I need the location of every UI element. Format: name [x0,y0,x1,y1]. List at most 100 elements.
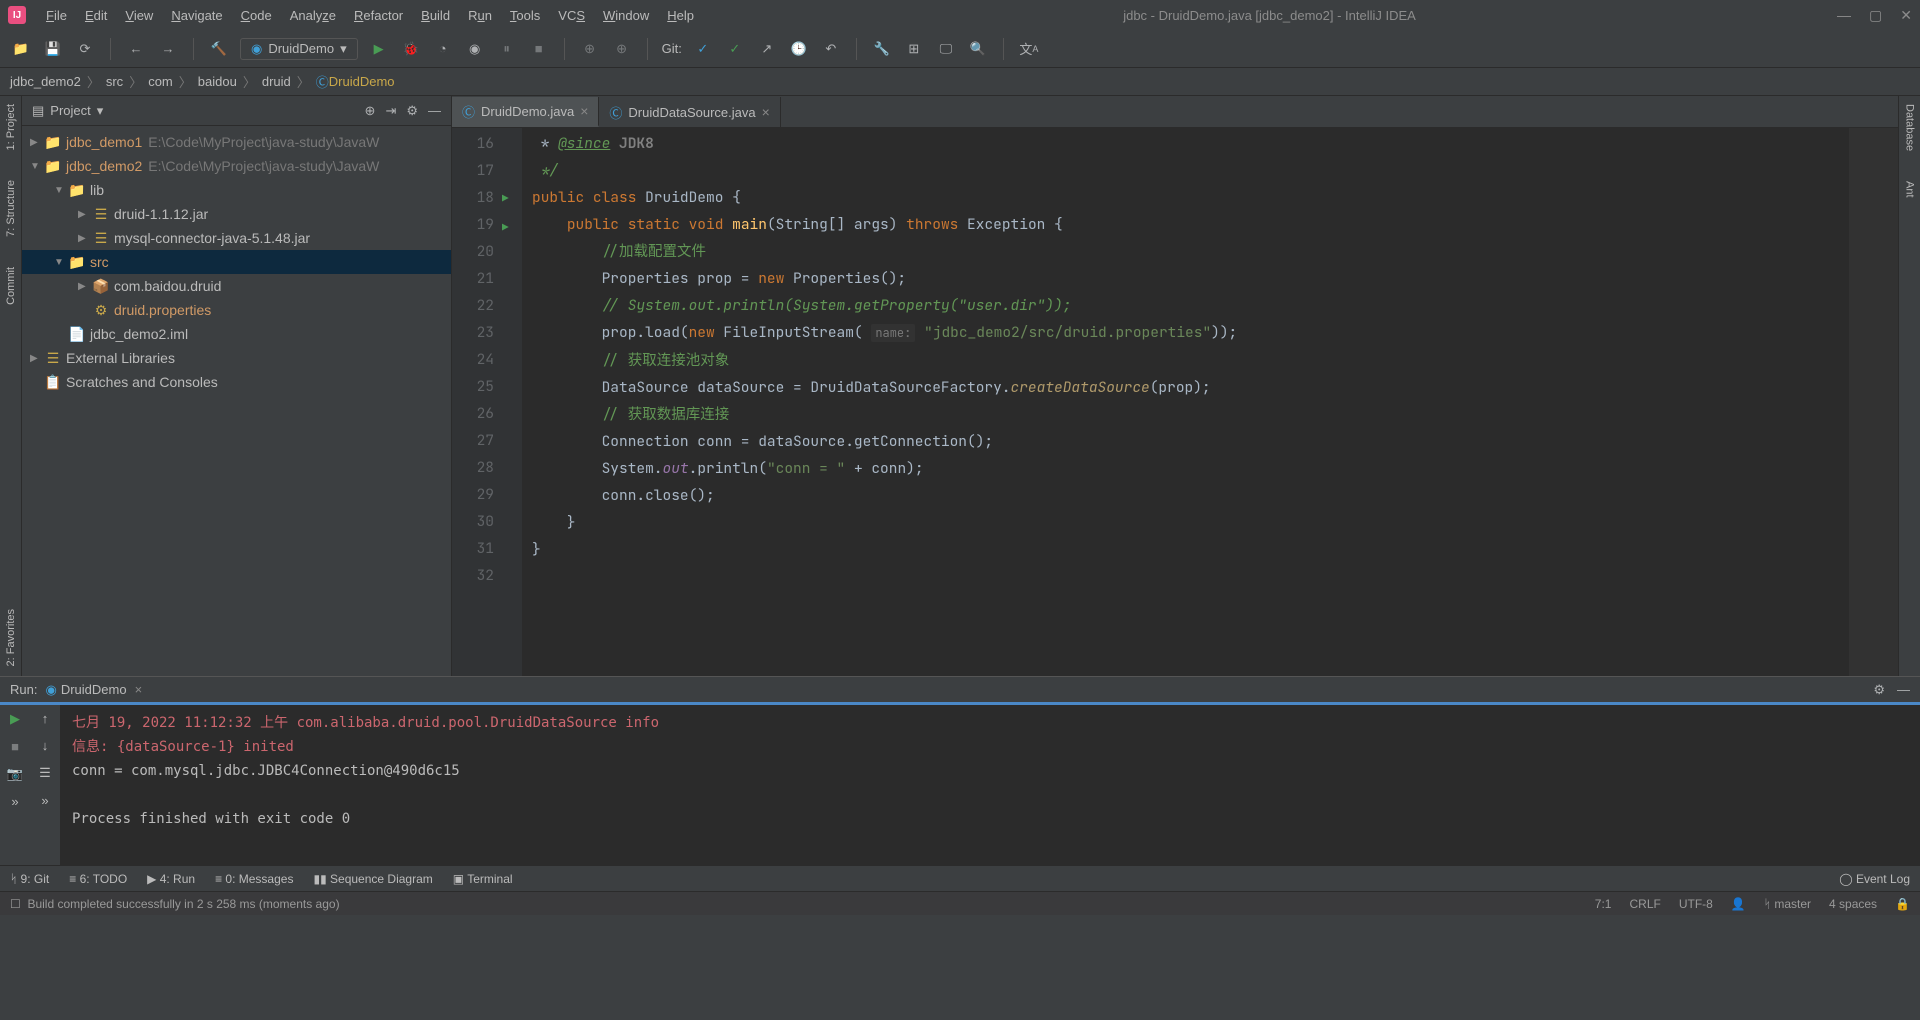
indent-setting[interactable]: 4 spaces [1829,897,1877,911]
up-icon[interactable]: ↑ [42,711,49,726]
crumb-src[interactable]: src [106,74,123,89]
tree-node-props[interactable]: ⚙druid.properties [22,298,451,322]
lock-icon[interactable]: 🔒 [1895,897,1910,911]
menu-view[interactable]: View [117,4,161,27]
editor-tab-druiddemo[interactable]: ⒸDruidDemo.java× [452,97,599,127]
tab-messages[interactable]: ≡ 0: Messages [215,872,293,886]
crumb-druid[interactable]: druid [262,74,291,89]
tree-node-pkg[interactable]: ▶📦com.baidou.druid [22,274,451,298]
hide-icon[interactable]: ― [1897,682,1910,698]
menu-tools[interactable]: Tools [502,4,548,27]
file-encoding[interactable]: UTF-8 [1679,897,1713,911]
git-update-icon[interactable]: ✓ [692,38,714,60]
tab-terminal[interactable]: ▣ Terminal [453,872,513,886]
tree-node-demo2[interactable]: ▼📁jdbc_demo2E:\Code\MyProject\java-study… [22,154,451,178]
code-content[interactable]: * @since JDK8 */ public class DruidDemo … [522,128,1848,676]
profile-icon[interactable]: ◉ [464,38,486,60]
tree-node-scratch[interactable]: 📋Scratches and Consoles [22,370,451,394]
coverage-icon[interactable]: ◔ [432,38,454,60]
run-icon[interactable]: ▶ [368,38,390,60]
sync-icon[interactable]: ⟳ [74,38,96,60]
crumb-com[interactable]: com [148,74,173,89]
misc-icon-1[interactable]: ⊕ [579,38,601,60]
down-icon[interactable]: ↓ [42,738,49,753]
inspection-icon[interactable]: 👤 [1731,897,1746,911]
tab-database[interactable]: Database [1904,104,1916,151]
search-icon[interactable]: 🔍 [967,38,989,60]
run-gutter[interactable]: ▶▶ [502,128,522,676]
collapse-icon[interactable]: ⇥ [385,103,396,119]
editor-tab-druiddatasource[interactable]: ⒸDruidDataSource.java× [599,97,780,127]
build-icon[interactable]: 🔨 [208,38,230,60]
git-push-icon[interactable]: ↗ [756,38,778,60]
git-branch[interactable]: ᛋ master [1764,897,1811,911]
caret-position[interactable]: 7:1 [1595,897,1612,911]
back-icon[interactable]: ← [125,38,147,60]
menu-window[interactable]: Window [595,4,657,27]
stop-icon[interactable]: ■ [11,739,19,754]
tree-node-demo1[interactable]: ▶📁jdbc_demo1E:\Code\MyProject\java-study… [22,130,451,154]
event-log[interactable]: ◯ Event Log [1839,872,1910,886]
code-editor[interactable]: 1617181920212223242526272829303132 ▶▶ * … [452,128,1898,676]
settings-icon[interactable]: 🔧 [871,38,893,60]
misc-icon-2[interactable]: ⊕ [611,38,633,60]
minimap[interactable] [1848,128,1898,676]
tree-node-mysqljar[interactable]: ▶☰mysql-connector-java-5.1.48.jar [22,226,451,250]
git-commit-icon[interactable]: ✓ [724,38,746,60]
menu-navigate[interactable]: Navigate [163,4,230,27]
tab-git[interactable]: ᛋ 9: Git [10,872,49,886]
minimize-icon[interactable]: ― [1837,7,1851,24]
menu-analyze[interactable]: Analyze [282,4,344,27]
quick-access-icon[interactable]: ☐ [10,897,21,911]
menu-run[interactable]: Run [460,4,500,27]
wrap-icon[interactable]: ☰ [39,765,51,781]
camera-icon[interactable]: 📷 [7,766,23,782]
tab-sequence[interactable]: ▮▮ Sequence Diagram [313,872,432,886]
menu-help[interactable]: Help [659,4,702,27]
open-icon[interactable]: 📁 [10,38,32,60]
console-output[interactable]: 七月 19, 2022 11:12:32 上午 com.alibaba.drui… [60,705,1920,865]
attach-icon[interactable]: ⏸ [496,38,518,60]
screenshot-icon[interactable]: 🖵 [935,38,957,60]
gear-icon[interactable]: ⚙ [1873,682,1885,698]
run-config-selector[interactable]: ◉ DruidDemo ▾ [240,38,358,60]
menu-file[interactable]: File [38,4,75,27]
debug-icon[interactable]: 🐞 [400,38,422,60]
tree-node-lib[interactable]: ▼📁lib [22,178,451,202]
gear-icon[interactable]: ⚙ [406,103,418,119]
tree-node-iml[interactable]: 📄jdbc_demo2.iml [22,322,451,346]
close-tab-icon[interactable]: × [580,103,588,119]
git-history-icon[interactable]: 🕒 [788,38,810,60]
chevron-down-icon[interactable]: ▾ [97,103,104,119]
tab-structure[interactable]: 7: Structure [5,180,17,237]
structure-icon[interactable]: ⊞ [903,38,925,60]
locate-icon[interactable]: ⊕ [365,103,376,119]
close-icon[interactable]: ✕ [1900,7,1912,24]
tab-commit[interactable]: Commit [5,267,17,305]
more-icon[interactable]: » [41,793,48,808]
tab-run[interactable]: ▶ 4: Run [147,872,195,886]
tab-todo[interactable]: ≡ 6: TODO [69,872,127,886]
tab-project[interactable]: 1: Project [5,104,17,150]
crumb-baidou[interactable]: baidou [198,74,237,89]
git-rollback-icon[interactable]: ↶ [820,38,842,60]
tab-favorites[interactable]: 2: Favorites [5,609,17,666]
menu-refactor[interactable]: Refactor [346,4,411,27]
tree-node-src[interactable]: ▼📁src [22,250,451,274]
tab-ant[interactable]: Ant [1904,181,1916,198]
menu-edit[interactable]: Edit [77,4,115,27]
crumb-class[interactable]: DruidDemo [329,74,395,89]
maximize-icon[interactable]: ▢ [1869,7,1882,24]
menu-vcs[interactable]: VCS [550,4,593,27]
stop-icon[interactable]: ■ [528,38,550,60]
translate-icon[interactable]: 文A [1018,38,1040,60]
menu-build[interactable]: Build [413,4,458,27]
save-icon[interactable]: 💾 [42,38,64,60]
close-icon[interactable]: × [135,682,143,697]
close-tab-icon[interactable]: × [762,104,770,120]
rerun-icon[interactable]: ▶ [10,711,20,727]
menu-code[interactable]: Code [233,4,280,27]
tree-node-druidjar[interactable]: ▶☰druid-1.1.12.jar [22,202,451,226]
more-icon[interactable]: » [11,794,18,809]
forward-icon[interactable]: → [157,38,179,60]
